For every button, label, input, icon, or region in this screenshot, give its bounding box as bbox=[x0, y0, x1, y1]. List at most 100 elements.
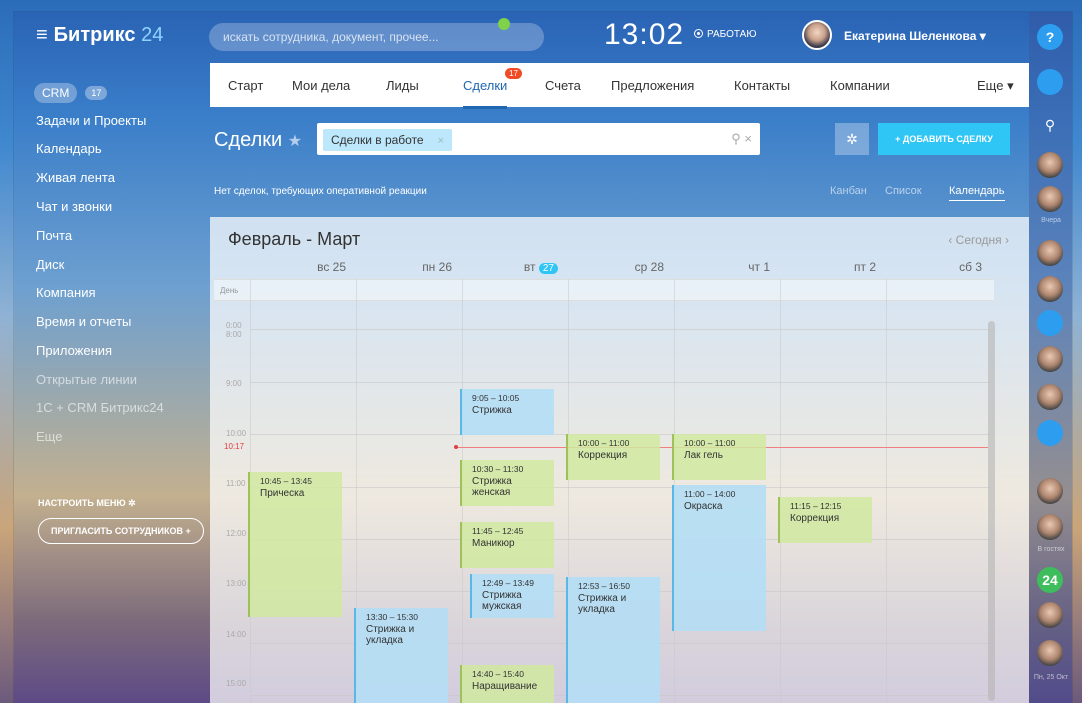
sidebar-item-disk[interactable]: Диск bbox=[36, 257, 64, 272]
sidebar-item-company[interactable]: Компания bbox=[36, 285, 96, 300]
event-time: 13:30 – 15:30 bbox=[366, 612, 418, 622]
hour-label: 13:00 bbox=[226, 579, 247, 588]
invite-button[interactable]: ПРИГЛАСИТЬ СОТРУДНИКОВ + bbox=[38, 518, 204, 544]
hour-label: 11:00 bbox=[226, 479, 246, 488]
user-name[interactable]: Екатерина Шеленкова ▾ bbox=[844, 29, 986, 43]
page-title: Сделки ★ bbox=[214, 129, 302, 152]
star-icon[interactable]: ★ bbox=[288, 133, 302, 150]
search-input[interactable]: искать сотрудника, документ, прочее... bbox=[209, 23, 544, 51]
close-icon[interactable]: × bbox=[438, 135, 444, 147]
calendar-event[interactable]: 11:00 – 14:00 Окраска bbox=[672, 485, 766, 631]
avatar[interactable] bbox=[1037, 240, 1063, 266]
avatar[interactable] bbox=[1037, 276, 1063, 302]
logo[interactable]: ≡ Битрикс 24 bbox=[36, 24, 163, 47]
calendar-event[interactable]: 13:30 – 15:30 Стрижка и укладка bbox=[354, 608, 448, 703]
event-time: 10:00 – 11:00 bbox=[684, 438, 736, 448]
calendar-event[interactable]: 10:30 – 11:30 Стрижка женская bbox=[460, 460, 554, 506]
event-title: Коррекция bbox=[790, 513, 840, 524]
sidebar-item-feed[interactable]: Живая лента bbox=[36, 170, 115, 185]
sidebar-item-apps[interactable]: Приложения bbox=[36, 343, 112, 358]
all-day-row[interactable]: День bbox=[214, 279, 994, 301]
event-title: Окраска bbox=[684, 501, 723, 512]
hour-line bbox=[250, 329, 990, 330]
filter-chip-label: Сделки в работе bbox=[331, 133, 424, 147]
tab-deals[interactable]: Сделки 17 bbox=[463, 68, 522, 109]
bell-icon[interactable] bbox=[1037, 69, 1063, 95]
tab-invoices[interactable]: Счета bbox=[545, 78, 581, 93]
avatar[interactable] bbox=[1037, 602, 1063, 628]
view-kanban[interactable]: Канбан bbox=[830, 185, 867, 197]
event-time: 12:53 – 16:50 bbox=[578, 581, 630, 591]
hour-label: 15:00 bbox=[226, 679, 247, 688]
event-title: Стрижка женская bbox=[472, 476, 512, 498]
search-icon[interactable]: ⚲ bbox=[1037, 112, 1063, 138]
tab-quotes[interactable]: Предложения bbox=[611, 78, 694, 93]
day-header: вс 25 bbox=[317, 260, 346, 274]
calendar-nav[interactable]: ‹ Сегодня › bbox=[948, 233, 1009, 247]
tab-contacts[interactable]: Контакты bbox=[734, 78, 790, 93]
event-time: 10:30 – 11:30 bbox=[472, 464, 524, 474]
sidebar-item-tasks[interactable]: Задачи и Проекты bbox=[36, 113, 146, 128]
calendar-event[interactable]: 14:40 – 15:40 Наращивание bbox=[460, 665, 554, 703]
tab-my-activities[interactable]: Мои дела bbox=[292, 78, 350, 93]
lock-icon[interactable] bbox=[1037, 310, 1063, 336]
calendar-event[interactable]: 9:05 – 10:05 Стрижка bbox=[460, 389, 554, 435]
crm-label: CRM bbox=[34, 83, 78, 103]
sidebar-item-mail[interactable]: Почта bbox=[36, 228, 72, 243]
calendar-event[interactable]: 11:15 – 12:15 Коррекция bbox=[778, 497, 872, 543]
settings-button[interactable]: ✲ bbox=[835, 123, 869, 155]
event-time: 14:40 – 15:40 bbox=[472, 669, 524, 679]
user-avatar[interactable] bbox=[802, 20, 832, 50]
sidebar-item-calendar[interactable]: Календарь bbox=[36, 141, 102, 156]
calendar-event[interactable]: 12:53 – 16:50 Стрижка и укладка bbox=[566, 577, 660, 703]
filter-chip[interactable]: Сделки в работе × bbox=[323, 129, 453, 151]
today-badge: 27 bbox=[538, 263, 558, 274]
current-time-label: 10:17 bbox=[224, 442, 245, 451]
bitrix24-icon[interactable]: 24 bbox=[1037, 567, 1063, 593]
clock[interactable]: 13:02 bbox=[604, 18, 684, 52]
calendar-title: Февраль - Март bbox=[228, 229, 361, 249]
sidebar-item-1c[interactable]: 1С + CRM Битрикс24 bbox=[36, 400, 164, 415]
page-title-text: Сделки bbox=[214, 129, 283, 151]
sidebar-item-chat[interactable]: Чат и звонки bbox=[36, 199, 112, 214]
sidebar-item-openlines[interactable]: Открытые линии bbox=[36, 372, 137, 387]
avatar[interactable] bbox=[1037, 152, 1063, 178]
avatar[interactable] bbox=[1037, 384, 1063, 410]
configure-menu-button[interactable]: НАСТРОИТЬ МЕНЮ ✲ bbox=[38, 498, 136, 509]
hour-label: 9:00 bbox=[226, 379, 242, 388]
tab-start[interactable]: Старт bbox=[228, 78, 263, 93]
view-list[interactable]: Список bbox=[885, 185, 922, 197]
day-header-label: вт bbox=[523, 260, 536, 274]
tab-companies[interactable]: Компании bbox=[830, 78, 890, 93]
calendar-event[interactable]: 10:00 – 11:00 Коррекция bbox=[566, 434, 660, 480]
sidebar-item-time[interactable]: Время и отчеты bbox=[36, 314, 131, 329]
event-title: Стрижка и укладка bbox=[578, 593, 627, 615]
avatar[interactable] bbox=[1037, 640, 1063, 666]
view-calendar[interactable]: Календарь bbox=[949, 185, 1005, 201]
tab-deals-badge: 17 bbox=[505, 68, 522, 79]
filter-search[interactable]: Сделки в работе × ⚲ × bbox=[317, 123, 760, 155]
avatar[interactable] bbox=[1037, 346, 1063, 372]
help-icon[interactable]: ? bbox=[1037, 24, 1063, 50]
avatar[interactable] bbox=[1037, 478, 1063, 504]
calendar-event[interactable]: 11:45 – 12:45 Маникюр bbox=[460, 522, 554, 568]
menu-icon[interactable]: ≡ bbox=[36, 24, 48, 46]
tab-leads[interactable]: Лиды bbox=[386, 78, 419, 93]
day-header: ср 28 bbox=[634, 260, 664, 274]
tab-more[interactable]: Еще ▾ bbox=[977, 78, 1014, 94]
day-header: пн 26 bbox=[422, 260, 452, 274]
search-icon[interactable]: ⚲ × bbox=[731, 131, 752, 147]
calendar-event[interactable]: 12:49 – 13:49 Стрижка мужская bbox=[470, 574, 554, 618]
avatar[interactable] bbox=[1037, 186, 1063, 212]
calendar-event[interactable]: 10:45 – 13:45 Прическа bbox=[248, 472, 342, 617]
chat-icon[interactable] bbox=[1037, 420, 1063, 446]
work-status[interactable]: РАБОТАЮ bbox=[694, 29, 756, 40]
calendar-event[interactable]: 10:00 – 11:00 Лак гель bbox=[672, 434, 766, 480]
calendar-scrollbar[interactable] bbox=[988, 321, 995, 701]
calendar-panel: Февраль - Март ‹ Сегодня › вс 25 пн 26 в… bbox=[210, 217, 1029, 703]
sidebar-item-more[interactable]: Еще bbox=[36, 429, 62, 444]
right-sidebar: ? ⚲ Вчера В гостях 24 Пн, 25 Окт bbox=[1029, 12, 1072, 703]
avatar[interactable] bbox=[1037, 514, 1063, 540]
add-deal-button[interactable]: + ДОБАВИТЬ СДЕЛКУ bbox=[878, 123, 1010, 155]
sidebar-item-crm[interactable]: CRM 17 bbox=[34, 83, 108, 103]
